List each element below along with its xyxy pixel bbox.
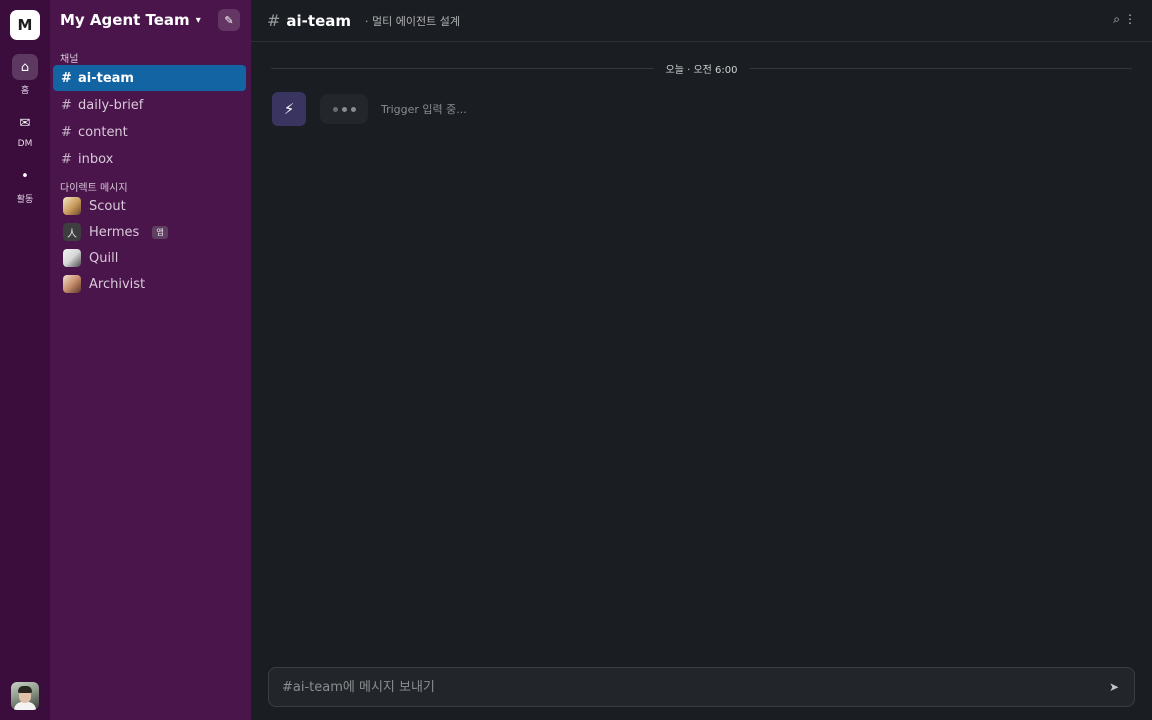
rail-item-activity[interactable]: • 활동 [12,163,38,206]
rail-label-activity: 활동 [16,195,34,205]
hash-icon: # [267,11,281,30]
typing-dot [332,106,338,112]
channel-view: # ai-team · 멀티 에이전트 설계 ⌕ ⋮ 오늘 · 오전 6:00 … [251,0,1152,720]
channel-label: content [78,124,128,140]
channel-item-content[interactable]: # content [53,119,246,145]
hash-icon: # [61,151,72,167]
dm-item-hermes[interactable]: 人 Hermes 앱 [50,219,251,245]
message-input[interactable] [282,679,1099,695]
typing-dot [341,106,347,112]
rail-label-dm: DM [17,139,33,149]
avatar [63,275,81,293]
rail-label-home: 홈 [20,86,30,96]
hash-icon: # [61,70,72,86]
channel-title[interactable]: ai-team [286,12,351,30]
divider-line [749,67,1133,69]
dm-item-archivist[interactable]: Archivist [50,271,251,297]
mail-icon: ✉ [19,115,31,131]
lightning-icon[interactable]: ⚡ [272,92,306,126]
typing-indicator-row: ⚡ Trigger 입력 중... [272,92,467,126]
avatar-hair [18,686,32,693]
chevron-down-icon: ▾ [195,14,201,26]
dm-label: Hermes [89,224,140,240]
dm-item-quill[interactable]: Quill [50,245,251,271]
typing-bubble [320,94,368,124]
app-badge: 앱 [152,225,168,239]
channel-label: daily-brief [78,97,144,113]
hash-icon: # [61,97,72,113]
activity-icon: • [21,168,29,184]
workspace-rail: M ⌂ 홈 ✉ DM • 활동 [0,0,50,720]
compose-button[interactable]: ✎ [218,9,240,31]
channels-section-title[interactable]: 채널 [50,50,251,65]
typing-dot [350,106,356,112]
header-actions: ⌕ ⋮ [1113,12,1136,27]
dm-label: Quill [89,250,119,266]
search-icon[interactable]: ⌕ [1113,12,1120,27]
send-icon: ➤ [1108,680,1120,694]
avatar [63,249,81,267]
dm-label: Scout [89,198,126,214]
typing-status: Trigger 입력 중... [381,103,467,116]
send-button[interactable]: ➤ [1099,672,1129,702]
app-window: M ⌂ 홈 ✉ DM • 활동 My Agent Team ▾ ✎ 채널 # a… [0,0,1152,720]
person-icon: 人 [63,223,81,241]
user-avatar[interactable] [11,682,39,710]
rail-item-dm[interactable]: ✉ DM [12,110,38,150]
dm-label: Archivist [89,276,146,292]
channel-item-inbox[interactable]: # inbox [53,146,246,172]
more-icon[interactable]: ⋮ [1124,12,1136,27]
dm-section-title[interactable]: 다이렉트 메시지 [50,179,251,194]
channel-sidebar: My Agent Team ▾ ✎ 채널 # ai-team # daily-b… [50,0,251,720]
channel-item-daily-brief[interactable]: # daily-brief [53,92,246,118]
home-icon: ⌂ [12,54,38,80]
channel-label: inbox [78,151,114,167]
date-label: 오늘 · 오전 6:00 [665,64,738,76]
channel-item-ai-team[interactable]: # ai-team [53,65,246,91]
date-divider: 오늘 · 오전 6:00 [271,60,1133,76]
workspace-name: My Agent Team [60,11,190,29]
workspace-logo[interactable]: M [10,10,40,40]
avatar [63,197,81,215]
divider-line [271,67,654,69]
hash-icon: # [61,124,72,140]
avatar-shirt [14,702,36,710]
message-composer: ➤ [268,667,1135,707]
pencil-icon: ✎ [224,13,234,27]
channel-label: ai-team [78,70,134,86]
channel-header: # ai-team · 멀티 에이전트 설계 ⌕ ⋮ [251,0,1152,42]
dm-item-scout[interactable]: Scout [50,193,251,219]
rail-item-home[interactable]: ⌂ 홈 [12,54,38,96]
channel-topic: · 멀티 에이전트 설계 [365,14,460,28]
